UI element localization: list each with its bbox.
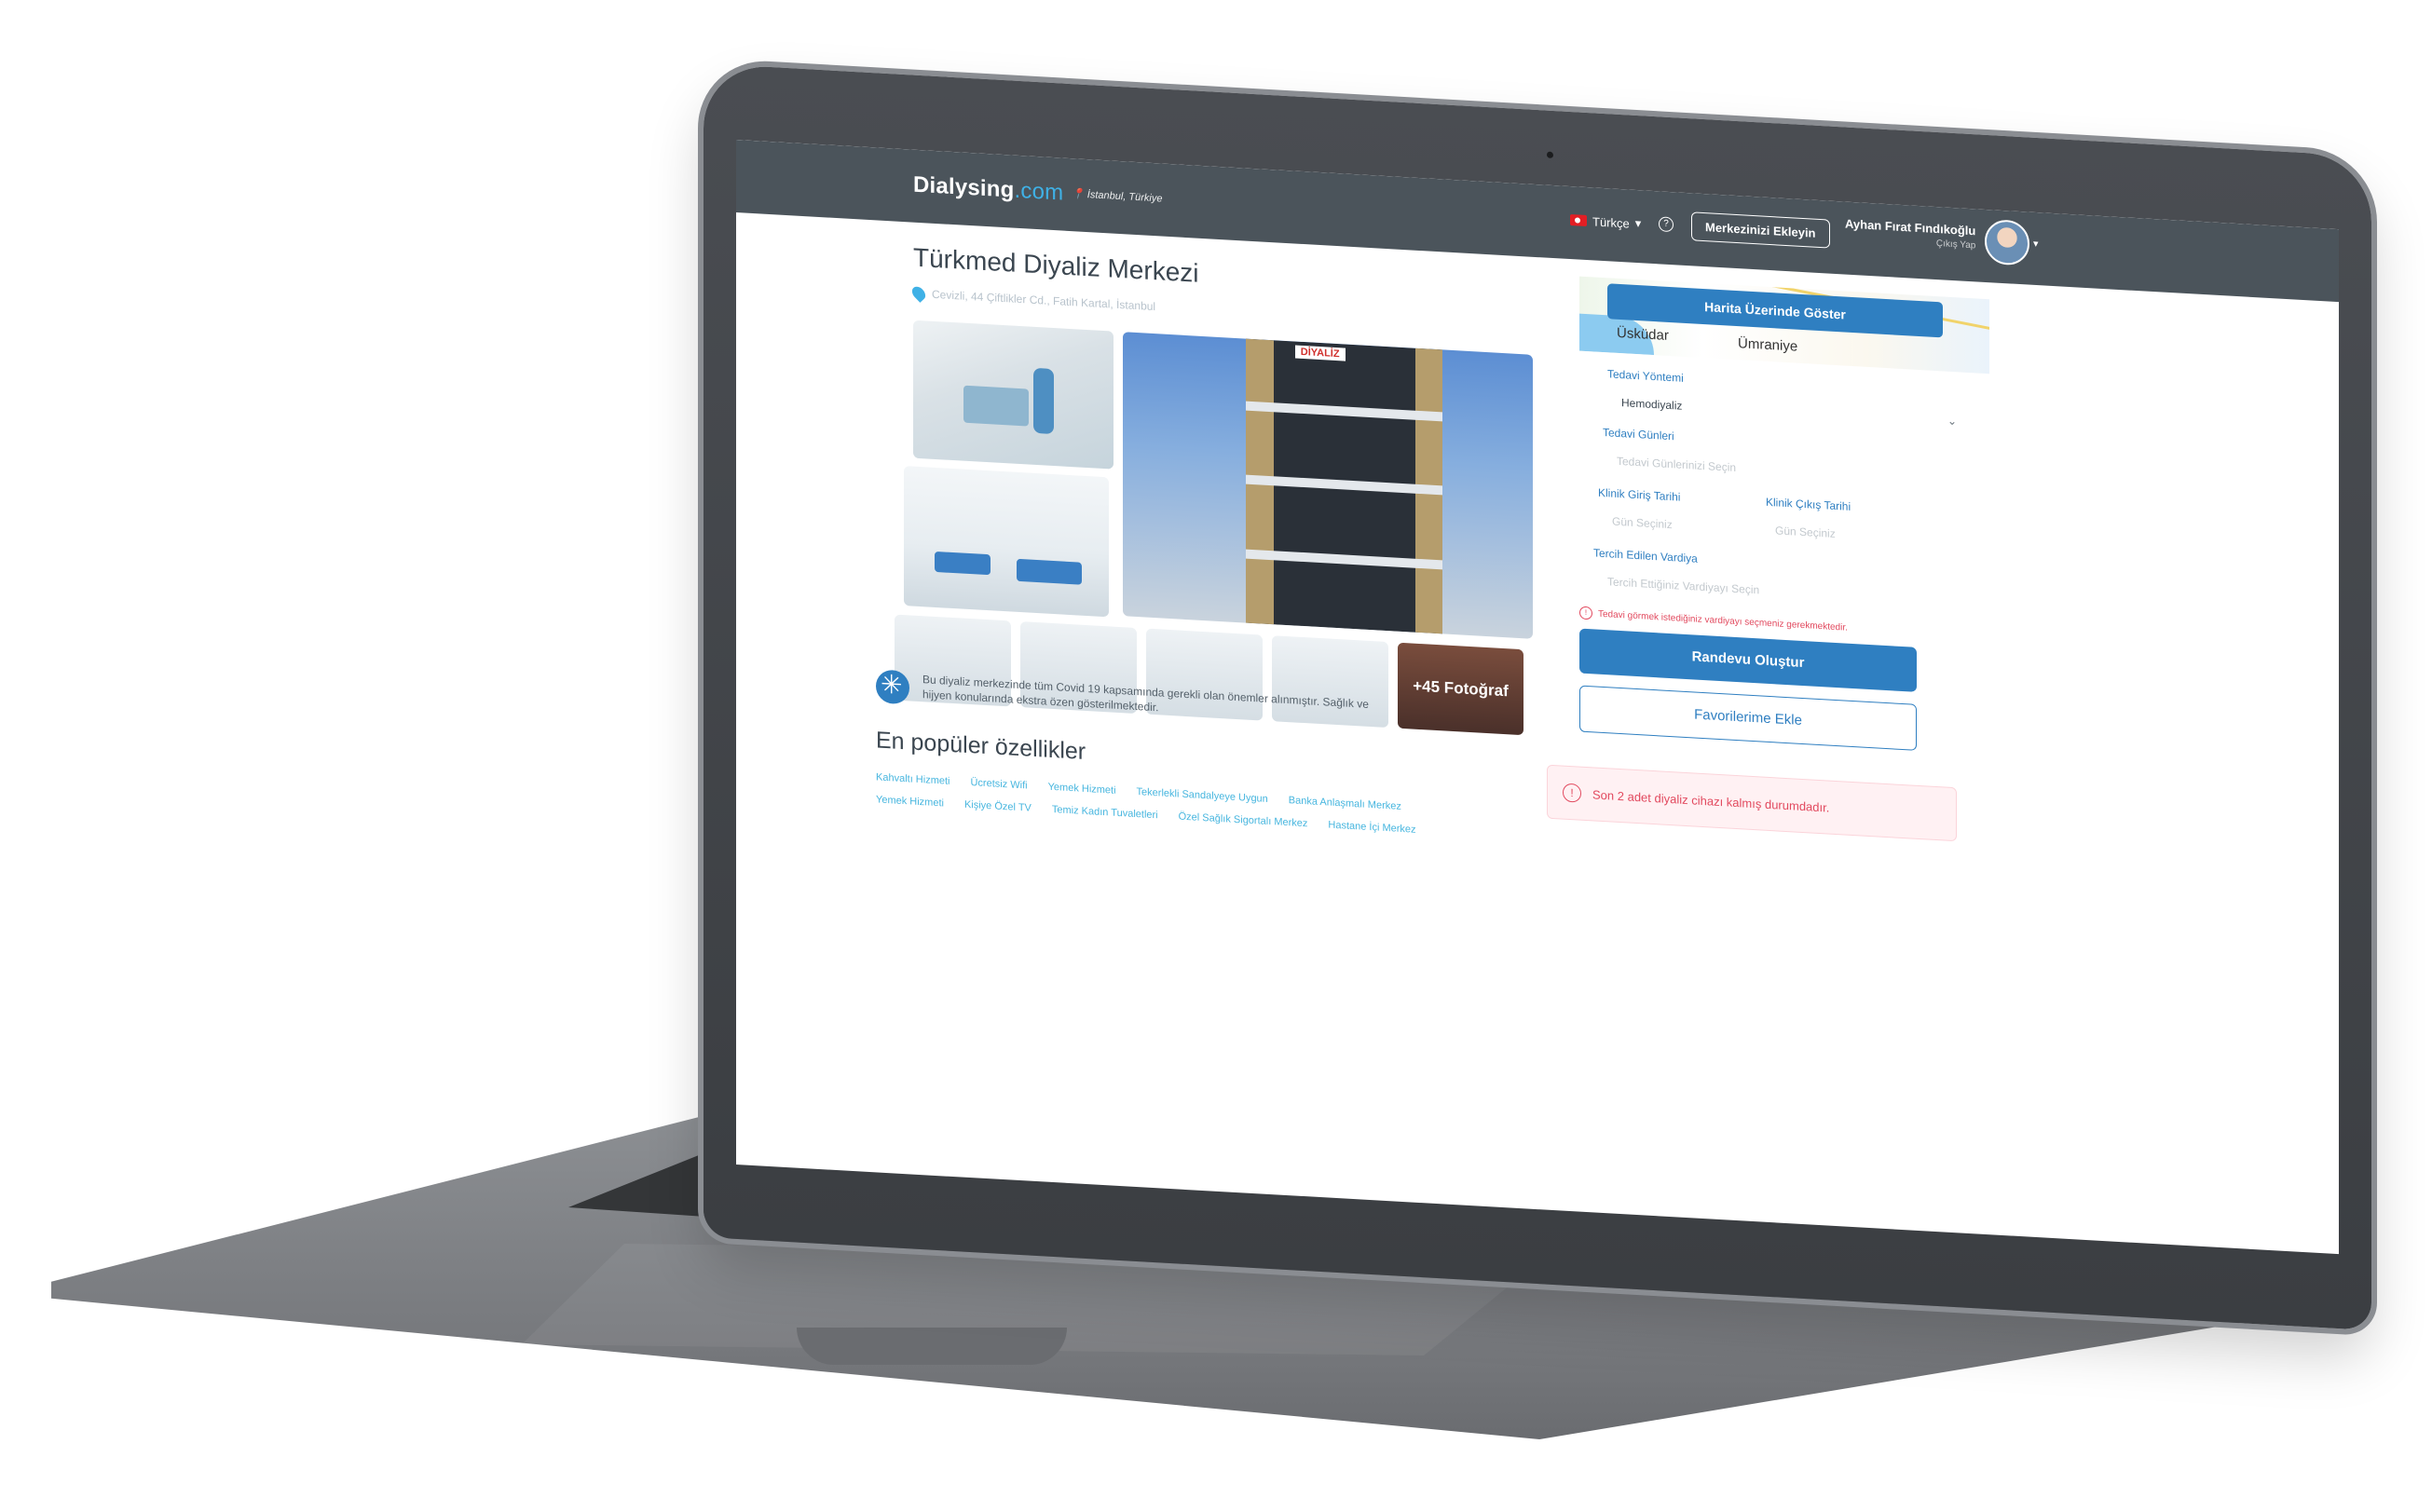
feature-item: Yemek Hizmeti: [876, 794, 944, 810]
laptop-notch: [797, 1328, 1067, 1365]
building-sign: DİYALİZ: [1294, 345, 1346, 361]
map-label: Üsküdar: [1617, 324, 1669, 344]
location-label: İstanbul, Türkiye: [1086, 189, 1163, 205]
help-icon[interactable]: ?: [1659, 216, 1674, 233]
shift-select[interactable]: Tercih Ettiğiniz Vardiyayı Seçin: [1607, 575, 1759, 596]
virus-icon: [876, 669, 909, 705]
create-appointment-button[interactable]: Randevu Oluştur: [1579, 628, 1917, 692]
feature-item: Ücretsiz Wifi: [970, 777, 1028, 792]
features-title: En popüler özellikler: [876, 727, 1086, 765]
map-label: Ümraniye: [1738, 335, 1798, 355]
availability-alert: ! Son 2 adet diyaliz cihazı kalmış durum…: [1547, 764, 1957, 842]
laptop-screen: Dialysing.com 📍 İstanbul, Türkiye Türkçe…: [736, 140, 2339, 1255]
map-preview[interactable]: Üsküdar Ümraniye Harita Üzerinde Göster: [1579, 276, 1989, 375]
center-address: Cevizli, 44 Çiftlikler Cd., Fatih Kartal…: [909, 283, 1155, 315]
feature-item: Kişiye Özel TV: [963, 798, 1032, 814]
avatar[interactable]: [1985, 218, 2029, 266]
turkish-flag-icon: [1570, 214, 1587, 227]
language-label: Türkçe: [1592, 213, 1630, 231]
page-title: Türkmed Diyaliz Merkezi: [913, 242, 1199, 288]
user-menu[interactable]: Ayhan Fırat Fındıkoğlu Çıkış Yap: [1845, 217, 1975, 252]
treatment-days-label: Tedavi Günleri: [1603, 425, 1674, 443]
checkout-input[interactable]: Gün Seçiniz: [1775, 524, 1836, 540]
chevron-down-icon[interactable]: ▾: [2033, 238, 2039, 250]
treatment-days-input[interactable]: Tedavi Günlerinizi Seçin: [1617, 455, 1736, 474]
location-selector[interactable]: 📍 İstanbul, Türkiye: [1072, 187, 1162, 204]
add-center-button[interactable]: Merkezinizi Ekleyin: [1691, 211, 1830, 249]
checkin-label: Klinik Giriş Tarihi: [1598, 485, 1681, 504]
add-favorites-button[interactable]: Favorilerime Ekle: [1579, 685, 1917, 751]
feature-item: Kahvaltı Hizmeti: [876, 771, 950, 787]
feature-item: Temiz Kadın Tuvaletleri: [1051, 803, 1158, 822]
feature-item: Tekerlekli Sandalyeye Uygun: [1136, 786, 1268, 805]
features-list: Kahvaltı Hizmeti Ücretsiz Wifi Yemek Hiz…: [876, 771, 1472, 838]
feature-item: Banka Anlaşmalı Merkez: [1288, 795, 1401, 812]
chevron-down-icon[interactable]: ⌄: [1947, 415, 1957, 429]
shift-label: Tercih Edilen Vardiya: [1593, 546, 1698, 565]
alert-icon: !: [1563, 783, 1581, 803]
more-photos-button[interactable]: +45 Fotoğraf: [1398, 642, 1523, 736]
treatment-method-label: Tedavi Yöntemi: [1607, 367, 1684, 385]
warning-icon: !: [1579, 606, 1592, 620]
chevron-down-icon: ▾: [1634, 215, 1642, 231]
feature-item: Hastane İçi Merkez: [1328, 819, 1416, 836]
feature-item: Yemek Hizmeti: [1047, 781, 1116, 797]
camera: [1547, 151, 1553, 158]
gallery-main-photo[interactable]: DİYALİZ: [1123, 332, 1533, 639]
language-selector[interactable]: Türkçe ▾: [1570, 212, 1641, 231]
gallery-photo[interactable]: [904, 466, 1109, 618]
gallery-photo[interactable]: [913, 320, 1114, 470]
location-pin-icon: [909, 283, 928, 303]
checkin-input[interactable]: Gün Seçiniz: [1612, 515, 1673, 532]
feature-item: Özel Sağlık Sigortalı Merkez: [1178, 810, 1308, 830]
brand-logo[interactable]: Dialysing.com: [913, 172, 1063, 207]
treatment-method-select[interactable]: Hemodiyaliz: [1621, 396, 1682, 413]
checkout-label: Klinik Çıkış Tarihi: [1766, 495, 1851, 513]
